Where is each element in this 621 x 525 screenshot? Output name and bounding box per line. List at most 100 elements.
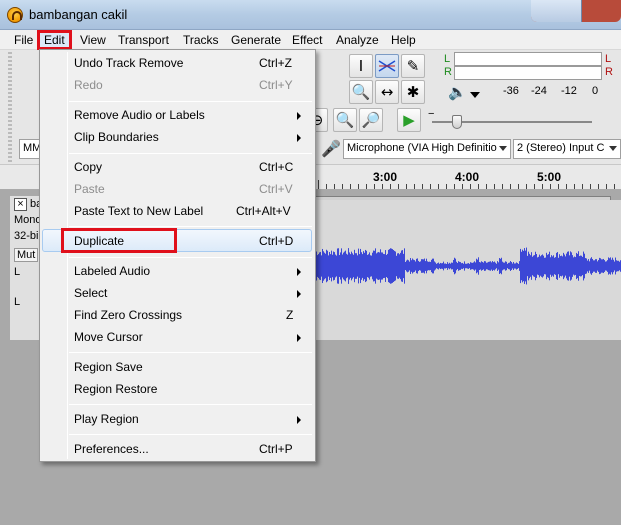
- menu-item-move-cursor[interactable]: Move Cursor: [74, 330, 143, 344]
- menu-tracks[interactable]: Tracks: [179, 33, 223, 47]
- waveform-sample: [339, 255, 340, 277]
- envelope-tool-icon[interactable]: [375, 54, 399, 78]
- speaker-icon[interactable]: 🔈: [448, 83, 467, 101]
- menu-item-labeled-audio[interactable]: Labeled Audio: [74, 264, 150, 278]
- menu-item-select[interactable]: Select: [74, 286, 107, 300]
- waveform-sample: [552, 256, 553, 276]
- close-track-icon[interactable]: ×: [14, 198, 27, 211]
- waveform-sample: [374, 250, 375, 282]
- waveform-sample: [500, 258, 501, 274]
- menu-effect[interactable]: Effect: [288, 33, 326, 47]
- waveform-sample: [512, 263, 513, 269]
- timeline-tick: [446, 184, 447, 189]
- waveform-sample: [417, 258, 418, 274]
- timeline-tick: [318, 180, 319, 189]
- waveform-sample: [598, 260, 599, 272]
- input-channels-select[interactable]: 2 (Stereo) Input C: [513, 139, 621, 159]
- waveform-sample: [545, 257, 546, 275]
- waveform-sample: [572, 255, 573, 277]
- waveform-sample: [441, 263, 442, 269]
- waveform-sample: [575, 257, 576, 275]
- timeline-tick: [614, 184, 615, 189]
- speed-minus-icon: −: [428, 108, 435, 120]
- fit-selection-icon[interactable]: 🔍: [333, 108, 357, 132]
- menu-item-region-save[interactable]: Region Save: [74, 360, 143, 374]
- waveform-sample: [327, 250, 328, 282]
- recording-meter-bar-right[interactable]: [454, 66, 602, 80]
- waveform-sample: [503, 262, 504, 270]
- menu-item-undo[interactable]: Undo Track Remove: [74, 56, 183, 70]
- waveform-sample: [510, 261, 511, 271]
- menu-help[interactable]: Help: [387, 33, 420, 47]
- waveform-sample: [542, 254, 543, 278]
- timeline-tick: [462, 184, 463, 189]
- timeline-tick: [326, 184, 327, 189]
- waveform-sample: [351, 251, 352, 281]
- meter-dropdown-icon[interactable]: [470, 92, 480, 98]
- menu-item-region-restore[interactable]: Region Restore: [74, 382, 157, 396]
- input-channels-value: 2 (Stereo) Input C: [517, 142, 605, 154]
- menu-analyze[interactable]: Analyze: [332, 33, 383, 47]
- waveform-sample: [456, 261, 457, 271]
- recording-meter-bar-left[interactable]: [454, 52, 602, 66]
- menu-item-preferences[interactable]: Preferences...: [74, 442, 149, 456]
- waveform-sample: [371, 255, 372, 277]
- menu-view[interactable]: View: [76, 33, 110, 47]
- timeline-label-3min: 3:00: [373, 170, 398, 184]
- waveform-sample: [599, 257, 600, 275]
- mute-button[interactable]: Mut: [14, 248, 39, 262]
- waveform-sample: [461, 263, 462, 269]
- waveform-sample: [596, 259, 597, 273]
- menu-item-play-region[interactable]: Play Region: [74, 412, 139, 426]
- selection-tool-icon[interactable]: I: [349, 54, 373, 78]
- waveform-display[interactable]: [315, 200, 621, 340]
- waveform-sample: [332, 254, 333, 278]
- input-device-select[interactable]: Microphone (VIA High Definitio: [343, 139, 511, 159]
- waveform-sample: [381, 252, 382, 280]
- menu-item-copy[interactable]: Copy: [74, 160, 102, 174]
- pan-slider-label: L: [14, 296, 21, 308]
- menu-file[interactable]: File: [10, 33, 37, 47]
- menu-generate[interactable]: Generate: [227, 33, 285, 47]
- multi-tool-icon[interactable]: ✱: [401, 80, 425, 104]
- waveform-sample: [457, 262, 458, 270]
- timeline-label-4min: 4:00: [455, 170, 480, 184]
- zoom-tool-icon[interactable]: 🔍: [349, 80, 373, 104]
- waveform-sample: [590, 258, 591, 274]
- waveform-sample: [537, 257, 538, 275]
- toolbar-grip[interactable]: [8, 52, 12, 182]
- menu-edit[interactable]: Edit: [37, 30, 72, 50]
- window-controls[interactable]: [531, 0, 621, 22]
- timeshift-tool-icon[interactable]: ↔: [375, 80, 399, 104]
- play-speed-slider-thumb[interactable]: [452, 115, 462, 129]
- chevron-down-icon: [609, 146, 617, 151]
- audio-host-select[interactable]: MM: [19, 139, 41, 159]
- menu-item-paste[interactable]: Paste: [74, 182, 105, 196]
- waveform-sample: [607, 260, 608, 272]
- menu-item-clip-boundaries[interactable]: Clip Boundaries: [74, 130, 159, 144]
- menu-transport[interactable]: Transport: [114, 33, 173, 47]
- waveform-sample: [442, 263, 443, 269]
- play-meter-right-label: R: [605, 66, 613, 78]
- menu-item-duplicate[interactable]: Duplicate: [74, 234, 124, 248]
- play-at-speed-icon[interactable]: ▶: [397, 108, 421, 132]
- waveform-sample: [321, 255, 322, 277]
- waveform-sample: [522, 249, 523, 283]
- waveform-sample: [612, 257, 613, 275]
- waveform-sample: [396, 255, 397, 277]
- waveform-sample: [429, 261, 430, 271]
- waveform-sample: [618, 260, 619, 272]
- draw-tool-icon[interactable]: ✎: [401, 54, 425, 78]
- fit-project-icon[interactable]: 🔎: [359, 108, 383, 132]
- menu-item-paste-text-label[interactable]: Paste Text to New Label: [74, 204, 203, 218]
- meter-scale-24: -24: [531, 85, 547, 97]
- menu-item-redo[interactable]: Redo: [74, 78, 103, 92]
- waveform-sample: [501, 257, 502, 275]
- menu-item-find-zero-crossings[interactable]: Find Zero Crossings: [74, 308, 182, 322]
- waveform-sample: [581, 255, 582, 277]
- waveform-sample: [455, 258, 456, 274]
- menu-item-remove-audio[interactable]: Remove Audio or Labels: [74, 108, 205, 122]
- waveform-sample: [453, 259, 454, 273]
- menu-gutter: [67, 52, 68, 459]
- waveform-sample: [318, 254, 319, 278]
